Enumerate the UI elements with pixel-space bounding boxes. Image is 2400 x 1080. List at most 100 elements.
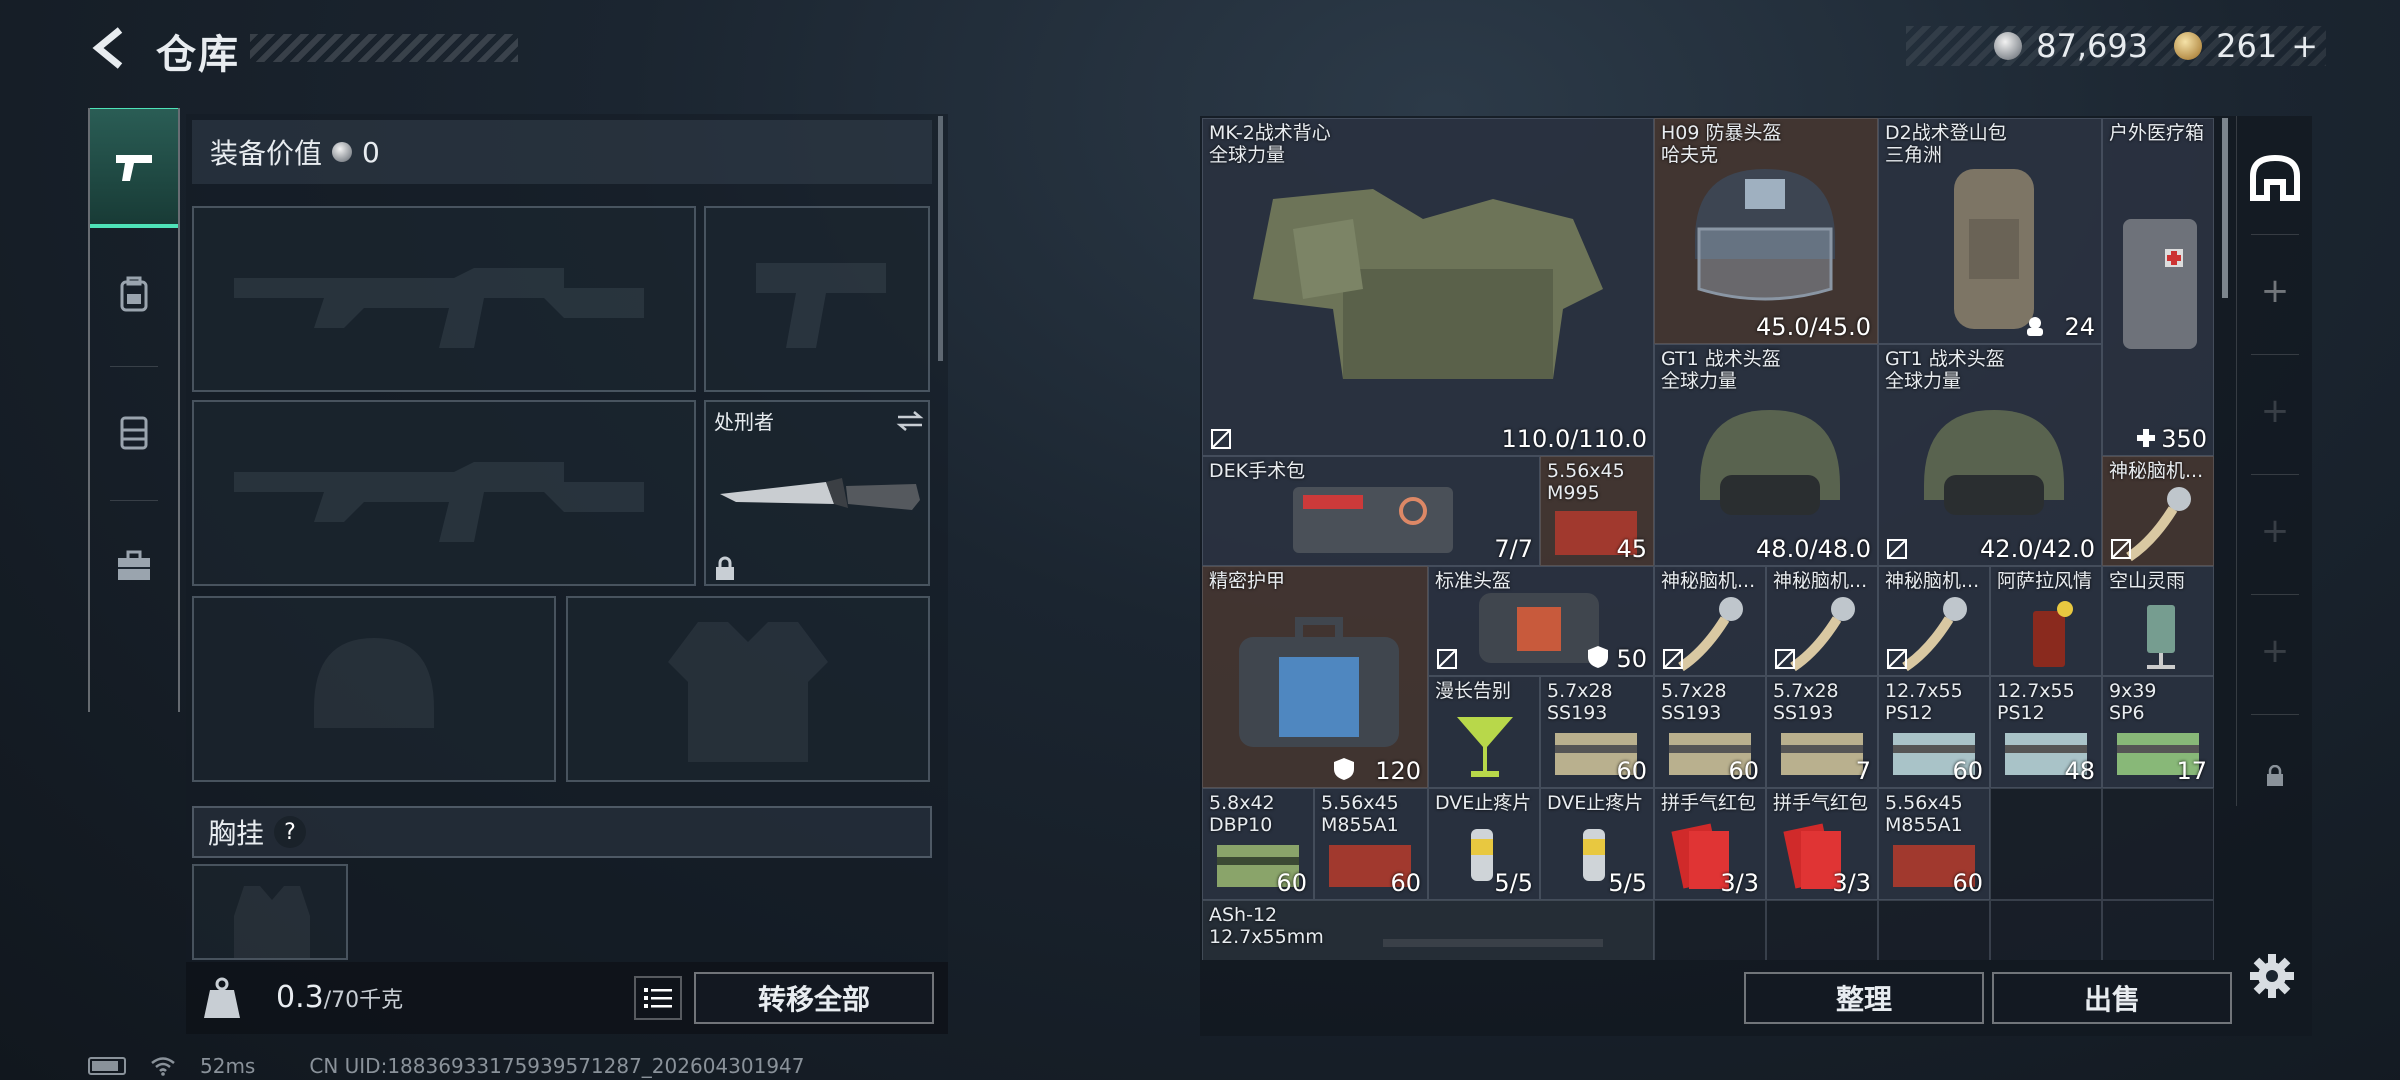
stash-item[interactable]: GT1 战术头盔 全球力量 42.0/42.0 [1878, 344, 2102, 566]
empty-cell[interactable] [2102, 900, 2214, 960]
wifi-icon [151, 1057, 175, 1076]
stash-item[interactable]: 5.7x28 SS193 60 [1654, 676, 1766, 788]
item-count: 60 [1952, 869, 1983, 897]
weight-kg-icon [204, 977, 240, 1018]
item-count: 45 [1616, 535, 1647, 563]
stash-item[interactable]: 精密护甲 120 [1202, 566, 1428, 788]
stash-item[interactable]: GT1 战术头盔 全球力量 48.0/48.0 [1654, 344, 1878, 566]
pistol-icon [116, 154, 152, 181]
stash-item[interactable]: 5.56x45 M855A1 60 [1878, 788, 1990, 900]
item-name: 神秘脑机... [1773, 570, 1868, 592]
stash-item[interactable]: 神秘脑机... [1878, 566, 1990, 676]
empty-cell[interactable] [1878, 900, 1990, 960]
add-stash-page-button[interactable]: + [2237, 386, 2313, 436]
brain-chip-image [1790, 597, 1855, 672]
nav-weapons[interactable] [90, 108, 178, 228]
stash-item[interactable]: 空山灵雨 [2102, 566, 2214, 676]
nav-toolbox[interactable] [90, 506, 178, 626]
stash-item[interactable]: 9x39 SP6 17 [2102, 676, 2214, 788]
status-footer: 52ms CN UID:1883693317593957128​7_202604… [88, 1054, 805, 1078]
empty-cell[interactable] [1990, 900, 2102, 960]
stash-item[interactable]: DVE止疼片 5/5 [1540, 788, 1654, 900]
stash-item[interactable]: H09 防暴头盔 哈夫克 45.0/45.0 [1654, 118, 1878, 344]
stash-item[interactable]: 漫长告别 [1428, 676, 1540, 788]
brain-chip-image [2126, 487, 2191, 562]
swap-icon[interactable] [896, 410, 924, 432]
primary-weapon-slot-2[interactable] [192, 400, 696, 586]
sort-button[interactable]: 整理 [1744, 972, 1984, 1024]
armor-case-image [1239, 617, 1399, 747]
stash-item[interactable]: 神秘脑机... [1766, 566, 1878, 676]
backpack-image [1954, 169, 2034, 329]
item-armor-value: 50 [1616, 645, 1647, 673]
stash-item[interactable]: 5.56x45 M995 45 [1540, 456, 1654, 566]
stash-page-main[interactable] [2237, 146, 2313, 210]
item-count: 48 [2064, 757, 2095, 785]
armor-slot[interactable] [566, 596, 930, 782]
nav-rig[interactable] [90, 372, 178, 492]
helmet-slot[interactable] [192, 596, 556, 782]
rig-icon [120, 416, 148, 450]
stash-item[interactable]: 5.7x28 SS193 7 [1766, 676, 1878, 788]
sell-button[interactable]: 出售 [1992, 972, 2232, 1024]
help-icon[interactable]: ? [274, 816, 307, 848]
stash-item[interactable]: DVE止疼片 5/5 [1428, 788, 1540, 900]
stash-item[interactable]: 神秘脑机... [2102, 456, 2214, 566]
equipment-category-nav [88, 108, 180, 712]
helmet-silhouette-icon [314, 638, 434, 728]
pistol-slot[interactable] [704, 206, 930, 392]
stash-item[interactable]: 5.8x42 DBP10 60 [1202, 788, 1314, 900]
stash-item[interactable]: 拼手气红包 3/3 [1654, 788, 1766, 900]
stash-item[interactable]: D2战术登山包 三角洲 24 [1878, 118, 2102, 344]
item-count: 60 [1276, 869, 1307, 897]
stash-item[interactable]: ASh-12 12.7x55mm [1202, 900, 1654, 960]
add-currency-button[interactable]: + [2291, 27, 2318, 65]
empty-cell[interactable] [2102, 788, 2214, 900]
stash-item[interactable]: 12.7x55 PS12 60 [1878, 676, 1990, 788]
primary-weapon-slot-1[interactable] [192, 206, 696, 392]
stash-scrollbar[interactable] [2222, 118, 2228, 298]
stash-item[interactable]: MK-2战术背心 全球力量 110.0/110.0 [1202, 118, 1654, 456]
add-stash-page-button[interactable]: + [2237, 506, 2313, 556]
transfer-all-button[interactable]: 转移全部 [694, 972, 934, 1024]
item-durability: 45.0/45.0 [1756, 313, 1871, 341]
stash-item[interactable]: 拼手气红包 3/3 [1766, 788, 1878, 900]
item-name: 户外医疗箱 [2109, 122, 2205, 144]
equipment-scrollbar[interactable] [938, 116, 943, 361]
back-arrow-icon[interactable] [88, 26, 132, 70]
no-insurance-icon [2111, 539, 2131, 559]
item-name: 漫长告别 [1435, 680, 1512, 702]
toolbox-icon [118, 550, 150, 580]
stash-item[interactable]: DEK手术包 7/7 [1202, 456, 1540, 566]
empty-cell[interactable] [1654, 900, 1766, 960]
stash-item[interactable]: 12.7x55 PS12 48 [1990, 676, 2102, 788]
heal-plus-icon [2137, 429, 2155, 447]
item-name: MK-2战术背心 全球力量 [1209, 122, 1331, 166]
nav-backpack[interactable] [90, 234, 178, 354]
stash-item[interactable]: 神秘脑机... [1654, 566, 1766, 676]
stash-item[interactable]: 标准头盔 50 [1428, 566, 1654, 676]
ammo-box-image [1781, 733, 1863, 775]
carry-weight: 0.3/70千克 [276, 980, 403, 1015]
item-uses: 5/5 [1608, 869, 1647, 897]
stash-item[interactable]: 5.56x45 M855A1 60 [1314, 788, 1428, 900]
stash-item[interactable]: 阿萨拉风情 [1990, 566, 2102, 676]
gear-icon[interactable] [2248, 952, 2296, 1000]
item-name: 5.7x28 SS193 [1661, 680, 1727, 724]
stash-item[interactable]: 5.7x28 SS193 60 [1540, 676, 1654, 788]
empty-cell[interactable] [1766, 900, 1878, 960]
item-name: 5.56x45 M855A1 [1885, 792, 1963, 836]
stash-item[interactable]: 户外医疗箱 350 [2102, 118, 2214, 456]
item-armor-value: 120 [1375, 757, 1421, 785]
knife-image [720, 478, 920, 510]
brain-chip-image [1902, 597, 1967, 672]
list-view-button[interactable] [634, 976, 682, 1020]
melee-slot[interactable]: 处刑者 [704, 400, 930, 586]
gold-currency-value: 261 [2216, 27, 2278, 65]
locked-stash-page[interactable] [2237, 756, 2313, 796]
add-stash-page-button[interactable]: + [2237, 266, 2313, 316]
add-stash-page-button[interactable]: + [2237, 626, 2313, 676]
chest-rig-slot[interactable] [192, 864, 348, 960]
lock-icon [2267, 765, 2283, 786]
empty-cell[interactable] [1990, 788, 2102, 900]
